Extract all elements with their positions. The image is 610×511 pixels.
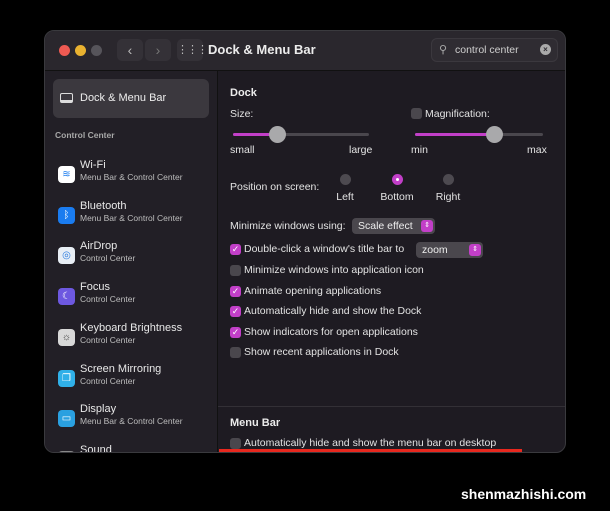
sidebar-item-title: Sound — [80, 443, 112, 453]
chevron-left-icon: ‹ — [127, 42, 133, 58]
sidebar-item-title: AirDrop — [80, 240, 118, 253]
checkbox[interactable]: ✓ — [230, 306, 241, 317]
sidebar-item-wi-fi[interactable]: ≋ Wi-Fi Menu Bar & Control Center — [45, 159, 217, 195]
sidebar-item-title: Screen Mirroring — [80, 362, 162, 375]
forward-button[interactable]: › — [145, 39, 171, 61]
checkbox-label: Show indicators for open applications — [244, 325, 418, 338]
sidebar-item-airdrop[interactable]: ◎ AirDrop Control Center — [45, 240, 217, 276]
sidebar-item-display[interactable]: ▭ Display Menu Bar & Control Center — [45, 403, 217, 439]
sidebar-item-subtitle: Control Center — [80, 334, 136, 345]
sidebar-item-subtitle: Menu Bar & Control Center — [80, 172, 183, 182]
position-radio-right[interactable] — [443, 174, 454, 185]
magnification-checkbox[interactable] — [411, 108, 422, 119]
size-min-label: small — [230, 144, 255, 156]
menubar-heading: Menu Bar — [230, 417, 281, 429]
magnification-slider-thumb[interactable] — [486, 126, 504, 143]
minimize-window-button[interactable] — [75, 45, 86, 56]
sidebar-item-subtitle: Control Center — [80, 253, 136, 264]
checkbox-label: Minimize windows into application icon — [244, 264, 424, 276]
sidebar-item-subtitle: Menu Bar & Control Center — [80, 416, 183, 427]
watermark: shenmazhishi.com — [461, 486, 587, 502]
search-icon: ⚲ — [439, 44, 448, 56]
highlight-box — [219, 449, 522, 452]
size-slider-thumb[interactable] — [268, 126, 286, 143]
speaker-icon: ◀ — [58, 450, 75, 452]
position-label-right: Right — [435, 191, 461, 203]
content-pane: Dock Size: small large Magnification: mi… — [218, 71, 565, 452]
checkbox[interactable] — [230, 438, 241, 449]
sidebar-section-header: Control Center — [55, 130, 115, 140]
doubleclick-action-popup[interactable]: zoom ⇕ — [416, 242, 483, 258]
sidebar-item-title: Focus — [80, 281, 110, 294]
checkbox[interactable] — [230, 265, 241, 276]
screen-mirroring-icon: ❐ — [58, 369, 75, 387]
checkmark-icon: ✓ — [231, 326, 240, 337]
checkbox[interactable]: ✓ — [230, 326, 241, 338]
system-preferences-window: ‹ › ⋮⋮⋮ Dock & Menu Bar ⚲ control center… — [44, 30, 566, 453]
search-input[interactable]: control center — [455, 44, 519, 56]
checkmark-icon: ✓ — [231, 306, 240, 316]
checkmark-icon: ✓ — [231, 244, 240, 254]
magnification-slider[interactable] — [415, 126, 543, 143]
checkbox-label: Animate opening applications — [244, 284, 382, 297]
search-field[interactable]: ⚲ control center × — [431, 38, 558, 62]
updown-chevron-icon: ⇕ — [421, 220, 433, 232]
bluetooth-icon: ᛒ — [58, 206, 75, 224]
title-bar: ‹ › ⋮⋮⋮ Dock & Menu Bar ⚲ control center… — [45, 31, 565, 71]
wifi-icon: ≋ — [58, 166, 75, 183]
position-radio-left[interactable] — [340, 174, 351, 185]
sidebar: Dock & Menu Bar Control Center ≋ Wi-Fi M… — [45, 71, 218, 453]
sidebar-item-title: Keyboard Brightness — [80, 321, 183, 334]
sidebar-item-dock-menu-bar[interactable]: Dock & Menu Bar — [53, 79, 209, 118]
clear-search-icon[interactable]: × — [540, 44, 551, 55]
doubleclick-checkbox[interactable]: ✓ — [230, 244, 241, 255]
sidebar-item-subtitle: Menu Bar & Control Center — [80, 212, 183, 223]
sidebar-item-focus[interactable]: ☾ Focus Control Center — [45, 281, 217, 317]
sidebar-item-keyboard-brightness[interactable]: ☼ Keyboard Brightness Control Center — [45, 322, 217, 358]
back-button[interactable]: ‹ — [117, 39, 143, 61]
updown-chevron-icon: ⇕ — [469, 244, 481, 256]
moon-icon: ☾ — [58, 288, 75, 306]
magnification-slider-fill — [415, 133, 495, 136]
sidebar-item-subtitle: Control Center — [80, 294, 136, 305]
sidebar-item-label: Dock & Menu Bar — [80, 92, 167, 104]
checkmark-icon: ✓ — [231, 285, 240, 296]
popup-value: zoom — [422, 244, 448, 256]
sidebar-item-bluetooth[interactable]: ᛒ Bluetooth Menu Bar & Control Center — [45, 200, 217, 236]
dock-icon — [60, 93, 73, 103]
size-label: Size: — [230, 108, 254, 120]
display-icon: ▭ — [58, 410, 75, 428]
position-radio-bottom[interactable] — [392, 174, 403, 185]
divider — [218, 406, 565, 407]
sidebar-item-title: Display — [80, 403, 117, 416]
magnification-label: Magnification: — [425, 108, 490, 120]
sidebar-item-screen-mirroring[interactable]: ❐ Screen Mirroring Control Center — [45, 363, 217, 399]
checkbox-label: Automatically hide and show the menu bar… — [244, 437, 497, 449]
sidebar-item-subtitle: Control Center — [80, 375, 136, 386]
doubleclick-label: Double-click a window's title bar to — [244, 243, 405, 255]
mag-max-label: max — [527, 144, 547, 156]
sidebar-item-sound[interactable]: ◀ Sound Menu Bar & Control Center — [45, 443, 217, 453]
checkbox[interactable]: ✓ — [230, 285, 241, 297]
dock-heading: Dock — [230, 87, 257, 99]
sidebar-item-title: Bluetooth — [80, 199, 127, 212]
size-max-label: large — [349, 144, 373, 156]
close-window-button[interactable] — [59, 45, 70, 56]
checkbox[interactable] — [230, 347, 241, 358]
size-slider[interactable] — [233, 126, 369, 143]
chevron-right-icon: › — [155, 42, 161, 58]
window-title: Dock & Menu Bar — [208, 42, 316, 57]
sidebar-item-title: Wi-Fi — [80, 159, 106, 171]
grid-icon: ⋮⋮⋮ — [177, 44, 208, 56]
minimize-label: Minimize windows using: — [230, 220, 346, 232]
popup-value: Scale effect — [358, 220, 413, 232]
checkbox-label: Automatically hide and show the Dock — [244, 305, 422, 317]
checkbox-label: Show recent applications in Dock — [244, 346, 399, 358]
minimize-effect-popup[interactable]: Scale effect ⇕ — [352, 218, 435, 234]
zoom-window-button[interactable] — [91, 45, 102, 56]
show-all-button[interactable]: ⋮⋮⋮ — [177, 39, 208, 61]
mag-min-label: min — [411, 144, 428, 156]
keyboard-brightness-icon: ☼ — [58, 328, 75, 346]
airdrop-icon: ◎ — [58, 247, 75, 265]
